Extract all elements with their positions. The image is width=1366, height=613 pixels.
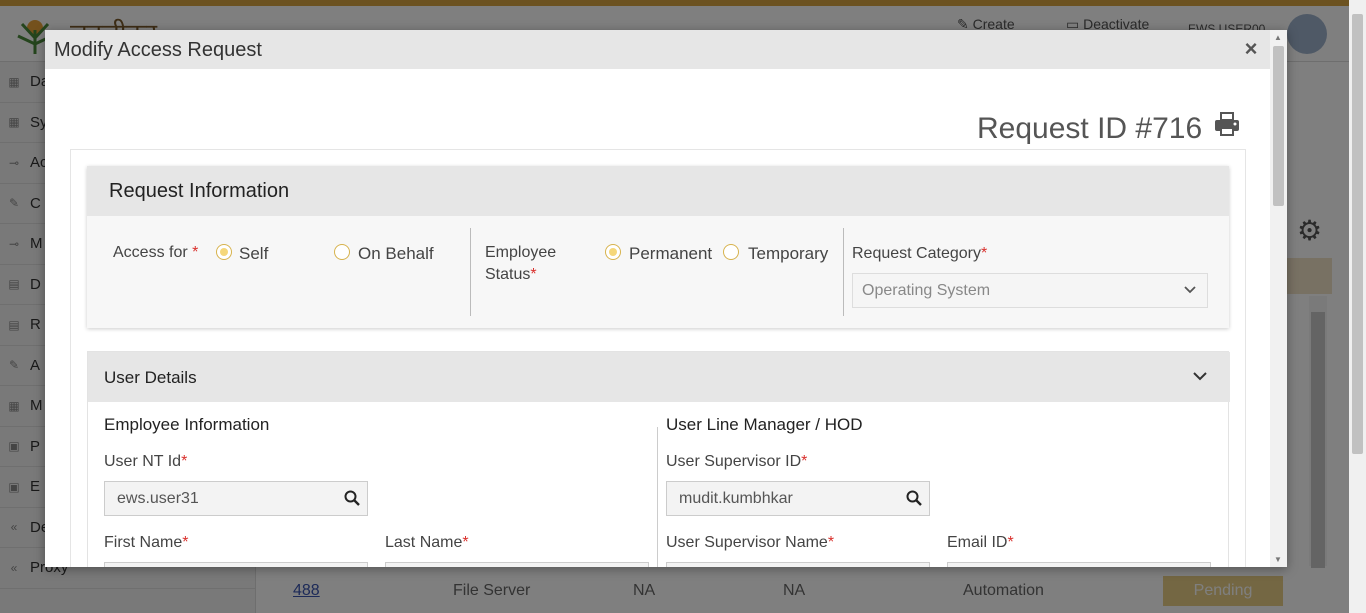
required-mark: * bbox=[980, 245, 988, 262]
request-category-select[interactable]: Operating System bbox=[852, 273, 1208, 308]
print-icon[interactable] bbox=[1213, 110, 1241, 138]
modal-scrollbar[interactable]: ▲ ▼ bbox=[1270, 30, 1287, 567]
radio-temporary-label[interactable]: Temporary bbox=[748, 244, 828, 264]
radio-on-behalf-label[interactable]: On Behalf bbox=[358, 244, 434, 264]
close-icon[interactable]: × bbox=[1238, 36, 1264, 62]
request-information-section: Request Information Access for * Self On… bbox=[87, 166, 1229, 328]
supervisor-name-field[interactable] bbox=[666, 562, 930, 567]
user-details-header[interactable]: User Details bbox=[88, 352, 1230, 402]
radio-temporary[interactable] bbox=[723, 244, 739, 260]
required-mark: * bbox=[182, 534, 189, 551]
employee-status-label: Employee Status* bbox=[485, 244, 557, 283]
chevron-down-icon[interactable] bbox=[1192, 368, 1208, 384]
modal-header: Modify Access Request × bbox=[45, 30, 1287, 69]
radio-permanent[interactable] bbox=[605, 244, 621, 260]
divider bbox=[470, 228, 471, 316]
radio-self[interactable] bbox=[216, 244, 232, 260]
user-details-title: User Details bbox=[104, 368, 197, 387]
first-name-field[interactable] bbox=[104, 562, 368, 567]
required-mark: * bbox=[462, 534, 469, 551]
email-id-label: Email ID* bbox=[947, 534, 1014, 551]
employee-information-title: Employee Information bbox=[104, 415, 270, 434]
scroll-up-icon[interactable]: ▲ bbox=[1274, 33, 1282, 42]
first-name-label: First Name* bbox=[104, 534, 189, 551]
line-manager-title: User Line Manager / HOD bbox=[666, 415, 863, 434]
radio-self-label[interactable]: Self bbox=[239, 244, 268, 264]
request-information-title: Request Information bbox=[109, 180, 290, 202]
request-category-label: Request Category* bbox=[852, 245, 988, 262]
required-mark: * bbox=[1007, 534, 1014, 551]
request-information-header: Request Information bbox=[87, 166, 1229, 216]
modal-scrollbar-thumb[interactable] bbox=[1273, 46, 1284, 206]
required-mark: * bbox=[801, 453, 808, 470]
chevron-down-icon bbox=[1184, 286, 1196, 294]
scroll-down-icon[interactable]: ▼ bbox=[1274, 555, 1282, 564]
search-icon[interactable] bbox=[905, 489, 923, 507]
page-scrollbar-thumb[interactable] bbox=[1352, 14, 1363, 454]
supervisor-name-label: User Supervisor Name* bbox=[666, 534, 835, 551]
request-id: Request ID #716 bbox=[977, 112, 1203, 145]
user-nt-id-field[interactable]: ews.user31 bbox=[104, 481, 368, 516]
radio-permanent-label[interactable]: Permanent bbox=[629, 244, 712, 264]
supervisor-id-field[interactable]: mudit.kumbhkar bbox=[666, 481, 930, 516]
last-name-label: Last Name* bbox=[385, 534, 469, 551]
user-details-section: User Details Employee Information User L… bbox=[87, 351, 1230, 567]
supervisor-id-label: User Supervisor ID* bbox=[666, 453, 808, 470]
modify-access-modal: Modify Access Request × Request ID #716 … bbox=[45, 30, 1287, 567]
user-nt-id-label: User NT Id* bbox=[104, 453, 188, 470]
modal-title: Modify Access Request bbox=[54, 39, 262, 61]
radio-on-behalf[interactable] bbox=[334, 244, 350, 260]
required-mark: * bbox=[192, 244, 199, 261]
divider bbox=[843, 228, 844, 316]
email-id-field[interactable] bbox=[947, 562, 1211, 567]
last-name-field[interactable] bbox=[385, 562, 649, 567]
search-icon[interactable] bbox=[343, 489, 361, 507]
divider bbox=[657, 427, 658, 567]
required-mark: * bbox=[181, 453, 188, 470]
access-for-label: Access for * bbox=[113, 244, 199, 261]
required-mark: * bbox=[827, 534, 835, 551]
required-mark: * bbox=[530, 266, 537, 283]
